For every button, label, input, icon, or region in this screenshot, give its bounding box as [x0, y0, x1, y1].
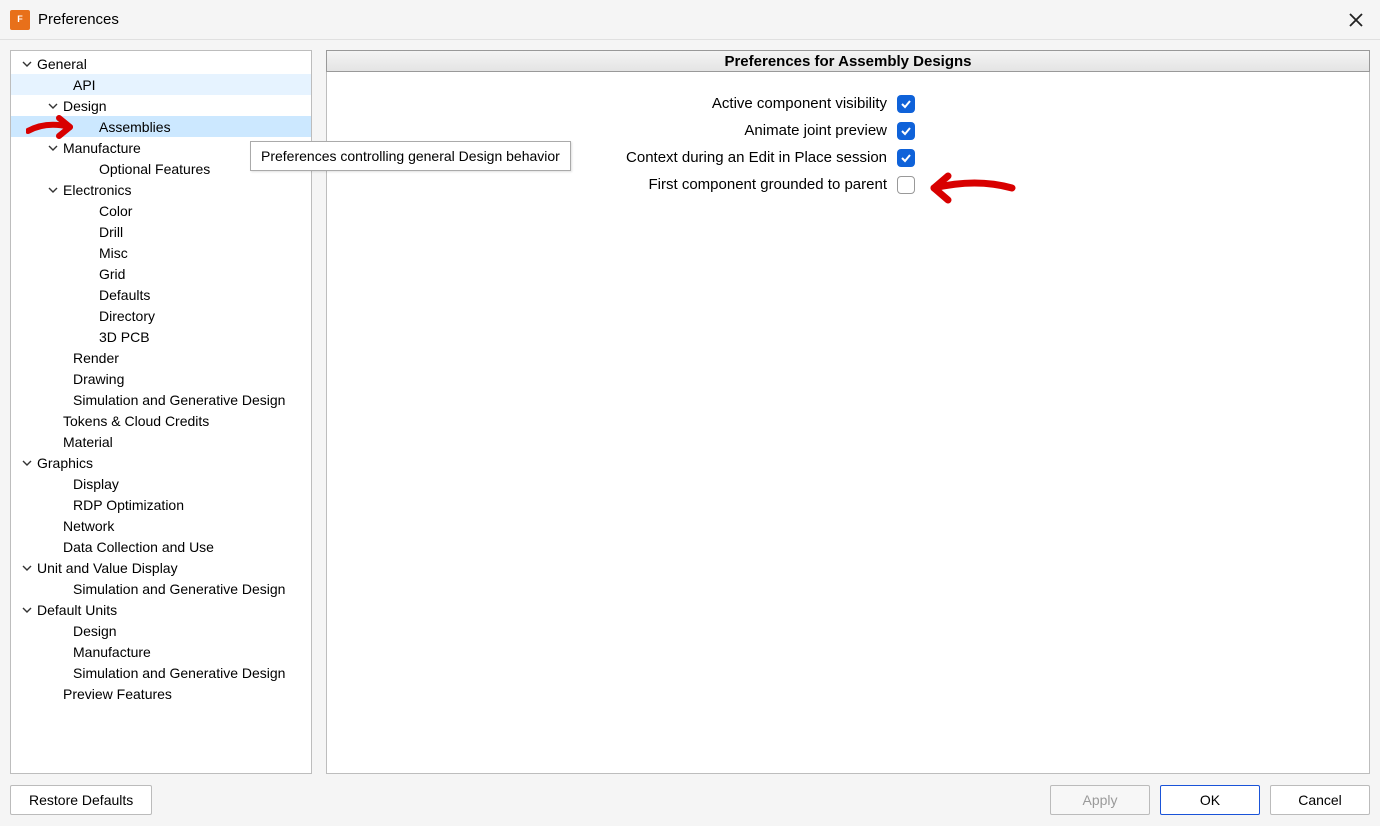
tree-item-display[interactable]: Display	[11, 473, 311, 494]
tree-label: Tokens & Cloud Credits	[63, 413, 209, 429]
tree-label: Material	[63, 434, 113, 450]
tree-item-drill[interactable]: Drill	[11, 221, 311, 242]
content-body: Active component visibility Animate join…	[326, 72, 1370, 774]
tree-label: RDP Optimization	[73, 497, 184, 513]
chevron-down-icon	[47, 100, 59, 112]
cancel-button[interactable]: Cancel	[1270, 785, 1370, 815]
tree-label: General	[37, 56, 87, 72]
tree-label: Data Collection and Use	[63, 539, 214, 555]
restore-defaults-button[interactable]: Restore Defaults	[10, 785, 152, 815]
tree-item-tokens[interactable]: Tokens & Cloud Credits	[11, 410, 311, 431]
chevron-down-icon	[21, 457, 33, 469]
tree-label: Simulation and Generative Design	[73, 392, 285, 408]
tree-item-general[interactable]: General	[11, 53, 311, 74]
tree-item-render[interactable]: Render	[11, 347, 311, 368]
tree-label: Design	[73, 623, 117, 639]
tree-item-rdp[interactable]: RDP Optimization	[11, 494, 311, 515]
tree-item-network[interactable]: Network	[11, 515, 311, 536]
tree-item-directory[interactable]: Directory	[11, 305, 311, 326]
window-title: Preferences	[38, 11, 119, 28]
tree-label: Drawing	[73, 371, 124, 387]
chevron-down-icon	[21, 562, 33, 574]
checkbox-grounded[interactable]	[897, 176, 915, 194]
chevron-down-icon	[21, 58, 33, 70]
tree-item-defaults[interactable]: Defaults	[11, 284, 311, 305]
tree-label: API	[73, 77, 96, 93]
tree-item-simgen[interactable]: Simulation and Generative Design	[11, 389, 311, 410]
tree-item-simgen2[interactable]: Simulation and Generative Design	[11, 578, 311, 599]
tree-item-design2[interactable]: Design	[11, 620, 311, 641]
pref-row-active-visibility: Active component visibility	[337, 90, 1359, 117]
tree-item-api[interactable]: API	[11, 74, 311, 95]
tree-label: Assemblies	[99, 119, 171, 135]
tree-item-unitvalue[interactable]: Unit and Value Display	[11, 557, 311, 578]
tree-label: Graphics	[37, 455, 93, 471]
pref-label: First component grounded to parent	[337, 176, 887, 193]
tree-label: Electronics	[63, 182, 131, 198]
tree-label: Design	[63, 98, 107, 114]
tree-label: Default Units	[37, 602, 117, 618]
checkbox-animate-joint[interactable]	[897, 122, 915, 140]
tree-label: Color	[99, 203, 132, 219]
dialog-footer: Restore Defaults Apply OK Cancel	[0, 774, 1380, 826]
pref-row-grounded: First component grounded to parent	[337, 171, 1359, 198]
tree-label: Defaults	[99, 287, 150, 303]
tree-item-defaultunits[interactable]: Default Units	[11, 599, 311, 620]
tree-item-3dpcb[interactable]: 3D PCB	[11, 326, 311, 347]
preferences-dialog: F Preferences General API Design Assembl…	[0, 0, 1380, 826]
tree-label: Preview Features	[63, 686, 172, 702]
tree-label: Grid	[99, 266, 125, 282]
checkbox-edit-in-place[interactable]	[897, 149, 915, 167]
titlebar: F Preferences	[0, 0, 1380, 40]
dialog-body: General API Design Assemblies Manufactur…	[0, 40, 1380, 774]
close-button[interactable]	[1342, 6, 1370, 34]
chevron-down-icon	[21, 604, 33, 616]
tree-item-misc[interactable]: Misc	[11, 242, 311, 263]
checkbox-active-visibility[interactable]	[897, 95, 915, 113]
pref-row-animate-joint: Animate joint preview	[337, 117, 1359, 144]
tree-item-graphics[interactable]: Graphics	[11, 452, 311, 473]
tree-item-material[interactable]: Material	[11, 431, 311, 452]
tree-label: Misc	[99, 245, 128, 261]
tree-label: Render	[73, 350, 119, 366]
tree-label: Unit and Value Display	[37, 560, 178, 576]
check-icon	[900, 98, 912, 110]
tree-label: Manufacture	[63, 140, 141, 156]
apply-button[interactable]: Apply	[1050, 785, 1150, 815]
pref-label: Active component visibility	[337, 95, 887, 112]
tree-label: Drill	[99, 224, 123, 240]
close-icon	[1349, 13, 1363, 27]
check-icon	[900, 125, 912, 137]
tree-item-simgen3[interactable]: Simulation and Generative Design	[11, 662, 311, 683]
tree-item-grid[interactable]: Grid	[11, 263, 311, 284]
tree-label: 3D PCB	[99, 329, 150, 345]
pref-label: Animate joint preview	[337, 122, 887, 139]
tooltip: Preferences controlling general Design b…	[250, 141, 571, 171]
tree-item-design[interactable]: Design	[11, 95, 311, 116]
tree-label: Manufacture	[73, 644, 151, 660]
tree-item-datacollection[interactable]: Data Collection and Use	[11, 536, 311, 557]
chevron-down-icon	[47, 142, 59, 154]
tree-item-preview[interactable]: Preview Features	[11, 683, 311, 704]
tree-item-color[interactable]: Color	[11, 200, 311, 221]
app-icon: F	[10, 10, 30, 30]
tree-item-drawing[interactable]: Drawing	[11, 368, 311, 389]
tree-label: Optional Features	[99, 161, 210, 177]
tree-item-manufacture2[interactable]: Manufacture	[11, 641, 311, 662]
content-header: Preferences for Assembly Designs	[326, 50, 1370, 72]
chevron-down-icon	[47, 184, 59, 196]
tree-label: Directory	[99, 308, 155, 324]
tree-label: Simulation and Generative Design	[73, 581, 285, 597]
tree-item-assemblies[interactable]: Assemblies	[11, 116, 311, 137]
tree-label: Network	[63, 518, 114, 534]
check-icon	[900, 152, 912, 164]
ok-button[interactable]: OK	[1160, 785, 1260, 815]
tree-label: Display	[73, 476, 119, 492]
tree-label: Simulation and Generative Design	[73, 665, 285, 681]
tree-item-electronics[interactable]: Electronics	[11, 179, 311, 200]
